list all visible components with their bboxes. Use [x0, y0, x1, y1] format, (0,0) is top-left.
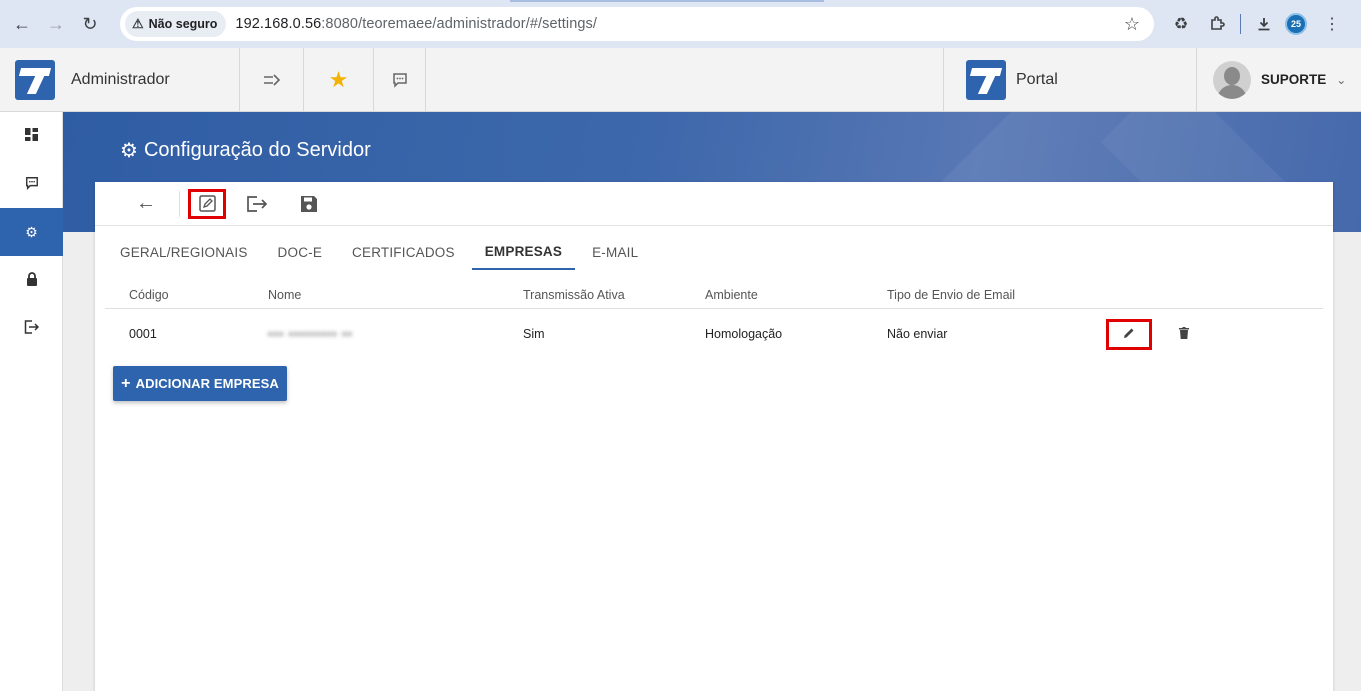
- kebab-menu-icon[interactable]: ⋮: [1317, 9, 1347, 39]
- cell-ambiente: Homologação: [705, 327, 783, 341]
- toolbar-divider: [179, 190, 180, 217]
- sidebar-item-settings[interactable]: ⚙: [0, 208, 63, 256]
- browser-toolbar: ← → ↻ ⚠ Não seguro 192.168.0.56:8080/teo…: [0, 0, 1361, 48]
- gear-icon: ⚙: [25, 223, 38, 240]
- security-chip[interactable]: ⚠ Não seguro: [125, 11, 227, 37]
- portal-logo-icon: [966, 59, 1006, 100]
- col-header-codigo[interactable]: Código: [105, 288, 268, 302]
- browser-back-icon[interactable]: ←: [5, 7, 39, 41]
- toolbar-separator: [1240, 14, 1241, 34]
- user-menu[interactable]: SUPORTE ⌄: [1197, 48, 1361, 111]
- col-header-ambiente[interactable]: Ambiente: [705, 288, 887, 302]
- gear-icon: ⚙: [120, 140, 138, 162]
- col-header-transmissao[interactable]: Transmissão Ativa: [523, 288, 705, 302]
- companies-table: Código Nome Transmissão Ativa Ambiente T…: [105, 282, 1323, 359]
- address-bar[interactable]: ⚠ Não seguro 192.168.0.56:8080/teoremaee…: [120, 7, 1154, 41]
- download-icon[interactable]: [1249, 9, 1279, 39]
- favorites-star-icon[interactable]: ★: [304, 48, 374, 112]
- extensions-area: ♻ 25 ⋮: [1166, 0, 1353, 48]
- card-toolbar: ←: [95, 182, 1333, 226]
- app-logo-icon: [15, 59, 55, 100]
- url-host: 192.168.0.56: [235, 16, 322, 32]
- tab-e-mail[interactable]: E-MAIL: [579, 226, 651, 270]
- warning-icon: ⚠: [132, 16, 144, 31]
- row-delete-cell: [1159, 326, 1209, 342]
- app-header: Administrador ★ Portal SUPORTE ⌄: [0, 48, 1361, 112]
- pencil-icon: [1123, 326, 1135, 342]
- tab-geral-regionais[interactable]: GERAL/REGIONAIS: [107, 226, 261, 270]
- plus-icon: +: [121, 374, 131, 392]
- cell-codigo: 0001: [129, 327, 157, 341]
- row-edit-button[interactable]: [1106, 318, 1152, 350]
- col-header-envio[interactable]: Tipo de Envio de Email: [887, 288, 1099, 302]
- settings-tabs: GERAL/REGIONAIS DOC-E CERTIFICADOS EMPRE…: [95, 226, 1333, 270]
- cell-transmissao: Sim: [523, 327, 545, 341]
- sidebar: ⚙: [0, 112, 63, 691]
- app-title: Administrador: [71, 70, 170, 88]
- edit-button[interactable]: [188, 188, 226, 219]
- table-header: Código Nome Transmissão Ativa Ambiente T…: [105, 282, 1323, 309]
- col-header-nome[interactable]: Nome: [268, 288, 523, 302]
- page-title-text: Configuração do Servidor: [143, 139, 371, 161]
- tab-certificados[interactable]: CERTIFICADOS: [339, 226, 468, 270]
- portal-title: Portal: [1016, 70, 1058, 88]
- header-spacer: [426, 48, 943, 111]
- recycle-icon[interactable]: ♻: [1166, 9, 1196, 39]
- security-label: Não seguro: [148, 17, 218, 31]
- cell-nome: ▪▪▪ ▪▪▪▪▪▪▪▪▪ ▪▪: [268, 327, 353, 341]
- settings-card: ← GERAL/REGIONAIS DOC-E CERTIFICADOS EMP…: [95, 182, 1333, 691]
- save-icon[interactable]: [290, 189, 328, 219]
- chevron-down-icon: ⌄: [1336, 72, 1347, 87]
- sidebar-item-security[interactable]: [0, 256, 63, 304]
- tab-doc-e[interactable]: DOC-E: [265, 226, 336, 270]
- browser-reload-icon[interactable]: ↻: [73, 7, 107, 41]
- sidebar-item-logout[interactable]: [0, 304, 63, 352]
- admin-brand[interactable]: Administrador: [0, 48, 240, 111]
- dashboard-icon: [25, 128, 38, 144]
- add-company-button[interactable]: + ADICIONAR EMPRESA: [113, 366, 287, 401]
- page-title: ⚙ Configuração do Servidor: [120, 138, 371, 163]
- url-path: :8080/teoremaee/administrador/#/settings…: [321, 16, 598, 32]
- lock-icon: [26, 271, 38, 289]
- back-arrow-icon[interactable]: ←: [127, 189, 165, 219]
- url-text[interactable]: 192.168.0.56:8080/teoremaee/administrado…: [235, 16, 597, 32]
- export-icon[interactable]: [238, 189, 276, 219]
- chat-icon: [25, 176, 39, 193]
- chat-icon[interactable]: [374, 48, 426, 112]
- cell-envio: Não enviar: [887, 327, 948, 341]
- profile-avatar[interactable]: 25: [1285, 13, 1307, 35]
- avatar: [1213, 60, 1251, 99]
- portal-link[interactable]: Portal: [943, 48, 1197, 111]
- table-row[interactable]: 0001 ▪▪▪ ▪▪▪▪▪▪▪▪▪ ▪▪ Sim Homologação Nã…: [105, 309, 1323, 359]
- logout-icon: [24, 319, 40, 337]
- sidebar-item-dashboard[interactable]: [0, 112, 63, 160]
- user-name: SUPORTE: [1261, 72, 1327, 87]
- row-edit-cell: [1099, 318, 1159, 350]
- browser-forward-icon[interactable]: →: [39, 7, 73, 41]
- tab-strip-accent: [510, 0, 824, 2]
- sidebar-item-messages[interactable]: [0, 160, 63, 208]
- add-company-label: ADICIONAR EMPRESA: [135, 376, 279, 391]
- trash-icon[interactable]: [1179, 326, 1189, 342]
- tab-empresas[interactable]: EMPRESAS: [471, 226, 576, 270]
- bookmark-star-icon[interactable]: ☆: [1124, 14, 1140, 35]
- menu-collapse-icon[interactable]: [240, 48, 304, 112]
- puzzle-icon[interactable]: [1202, 9, 1232, 39]
